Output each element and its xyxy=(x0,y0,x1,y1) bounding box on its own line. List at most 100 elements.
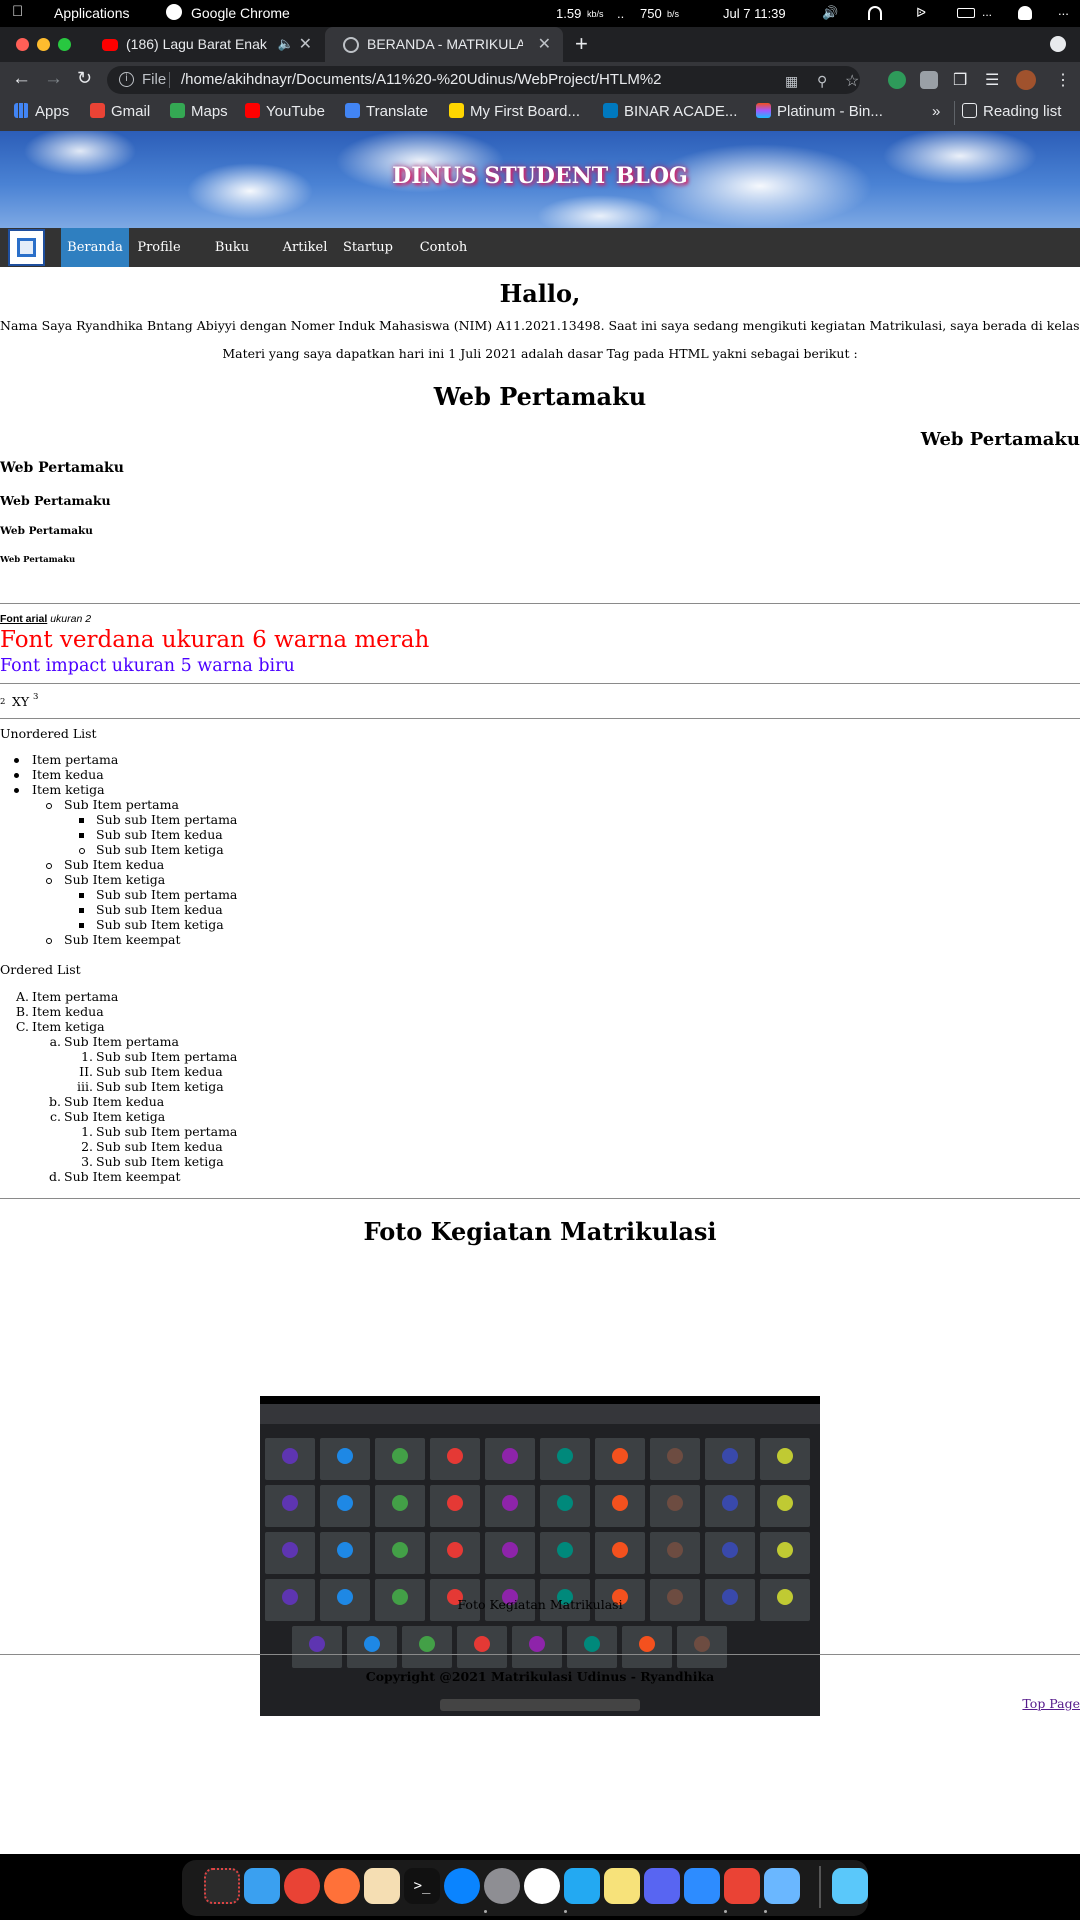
textedit-icon[interactable] xyxy=(364,1868,400,1904)
bookmark-my-first-board[interactable]: My First Board... xyxy=(449,103,580,120)
chrome-menu-icon[interactable]: ⋮ xyxy=(1055,70,1071,90)
nav-startup[interactable]: Startup xyxy=(342,228,394,267)
nav-beranda[interactable]: Beranda xyxy=(61,228,129,267)
zoom-icon[interactable]: ⚲ xyxy=(817,73,827,90)
profile-avatar[interactable] xyxy=(1016,70,1036,90)
close-tab-icon[interactable]: ✕ xyxy=(538,34,551,54)
active-app-name[interactable]: Google Chrome xyxy=(191,5,290,21)
media-control-icon[interactable]: ☰ xyxy=(985,70,999,90)
bookmark-star-icon[interactable]: ☆ xyxy=(845,71,859,91)
participant-avatar xyxy=(447,1542,463,1558)
tab-beranda[interactable]: BERANDA - MATRIKULASI ✕ xyxy=(325,27,563,62)
reading-list-button[interactable]: Reading list xyxy=(962,103,1061,120)
maximize-window-button[interactable] xyxy=(58,38,71,51)
participant-tile xyxy=(485,1438,535,1480)
new-tab-button[interactable]: + xyxy=(575,31,588,57)
battery-icon[interactable] xyxy=(957,8,975,18)
participant-tile xyxy=(375,1485,425,1527)
participant-avatar xyxy=(694,1636,710,1652)
materi-paragraph: Materi yang saya dapatkan hari ini 1 Jul… xyxy=(222,346,858,361)
finder-2-icon[interactable] xyxy=(764,1868,800,1904)
tab-youtube[interactable]: (186) Lagu Barat Enak 🔈 ✕ xyxy=(84,27,324,62)
finder-icon[interactable] xyxy=(244,1868,280,1904)
clock[interactable]: Jul 7 11:39 xyxy=(723,6,786,21)
forward-arrow-icon[interactable]: → xyxy=(44,68,63,90)
nav-profile[interactable]: Profile xyxy=(135,228,183,267)
vscode-icon[interactable] xyxy=(564,1868,600,1904)
participant-tile xyxy=(595,1438,645,1480)
minimize-window-button[interactable] xyxy=(37,38,50,51)
heading-h2-right: Web Pertamaku xyxy=(920,429,1080,450)
close-tab-icon[interactable]: ✕ xyxy=(299,34,312,54)
participant-tile xyxy=(485,1532,535,1574)
participant-avatar xyxy=(282,1495,298,1511)
nav-contoh-css[interactable]: Contoh CSS xyxy=(406,228,481,294)
list-marker: II. xyxy=(79,1064,93,1079)
chrome-dock-icon[interactable] xyxy=(284,1868,320,1904)
bookmark-maps[interactable]: Maps xyxy=(170,103,228,120)
settings-gear-icon[interactable] xyxy=(484,1868,520,1904)
bookmark-translate[interactable]: Translate xyxy=(345,103,428,120)
os-more-menu[interactable]: ... xyxy=(1058,3,1069,18)
launchpad-icon[interactable] xyxy=(204,1868,240,1904)
participant-tile xyxy=(760,1485,810,1527)
zoom-app-icon[interactable] xyxy=(684,1868,720,1904)
firefox-icon[interactable] xyxy=(324,1868,360,1904)
greeting-heading: Hallo, xyxy=(499,279,581,308)
bookmark-platinum[interactable]: Platinum - Bin... xyxy=(756,103,883,120)
gmail-icon xyxy=(90,103,105,118)
applications-menu[interactable]: Applications xyxy=(54,5,130,21)
nav-buku-tamu[interactable]: Buku Tamu xyxy=(196,228,268,294)
downloads-folder-icon[interactable] xyxy=(832,1868,868,1904)
url-text[interactable]: /home/akihdnayr/Documents/A11%20-%20Udin… xyxy=(181,71,661,88)
tray-more[interactable]: ... xyxy=(982,5,992,19)
udinus-logo[interactable] xyxy=(8,229,45,266)
reading-list-label: Reading list xyxy=(983,103,1062,120)
photo-heading: Foto Kegiatan Matrikulasi xyxy=(363,1217,717,1246)
bookmarks-overflow-button[interactable]: » xyxy=(932,103,940,120)
bookmark-binar-academy[interactable]: BINAR ACADE... xyxy=(603,103,737,120)
list-marker: A. xyxy=(15,989,29,1004)
nav-artikel[interactable]: Artikel xyxy=(280,228,330,267)
notes-icon[interactable] xyxy=(604,1868,640,1904)
extensions-puzzle-icon[interactable]: ❒ xyxy=(953,70,967,90)
intro-paragraph: Nama Saya Ryandhika Bntang Abiyyi dengan… xyxy=(0,318,1080,333)
discord-icon[interactable] xyxy=(644,1868,680,1904)
terminal-icon[interactable]: >_ xyxy=(404,1868,440,1904)
apple-icon[interactable]:  xyxy=(12,3,23,20)
list-item: Sub sub Item kedua xyxy=(96,1139,223,1154)
address-bar[interactable]: i File /home/akihdnayr/Documents/A11%20-… xyxy=(107,66,860,94)
bluetooth-icon[interactable]: ᐉ xyxy=(916,5,926,21)
site-info-icon[interactable]: i xyxy=(119,72,134,87)
bookmark-youtube[interactable]: YouTube xyxy=(245,103,325,120)
list-item: Sub sub Item kedua xyxy=(96,902,223,917)
mail-icon[interactable] xyxy=(524,1868,560,1904)
participant-tile xyxy=(292,1626,342,1668)
extension-camera-icon[interactable] xyxy=(920,71,938,89)
translate-icon[interactable]: ▦ xyxy=(785,73,798,90)
url-protocol: File xyxy=(142,71,167,88)
list-item: Sub sub Item kedua xyxy=(96,827,223,842)
list-marker: 2. xyxy=(81,1139,93,1154)
net-down-value: 1.59 xyxy=(556,6,582,21)
back-arrow-icon[interactable]: ← xyxy=(12,68,31,90)
extension-globe-icon[interactable] xyxy=(888,71,906,89)
list-item: Sub Item ketiga xyxy=(64,872,166,887)
top-page-link[interactable]: Top Page xyxy=(1022,1696,1080,1711)
wifi-icon[interactable] xyxy=(868,6,882,20)
close-window-button[interactable] xyxy=(16,38,29,51)
participant-tile xyxy=(347,1626,397,1668)
quicktime-icon[interactable] xyxy=(444,1868,480,1904)
notification-bell-icon[interactable] xyxy=(1018,6,1032,20)
globe-favicon-icon xyxy=(343,37,359,53)
reload-icon[interactable]: ↻ xyxy=(77,68,92,89)
list-item: Sub sub Item ketiga xyxy=(96,842,224,857)
bookmark-apps[interactable]: Apps xyxy=(14,103,69,120)
chrome-apps-icon[interactable] xyxy=(724,1868,760,1904)
audio-playing-icon[interactable]: 🔈 xyxy=(278,36,294,52)
tab-search-button[interactable] xyxy=(1050,36,1066,52)
volume-icon[interactable]: 🔊 xyxy=(822,5,838,21)
bookmark-gmail[interactable]: Gmail xyxy=(90,103,150,120)
site-banner: DINUS STUDENT BLOG xyxy=(0,131,1080,228)
bookmark-label: Gmail xyxy=(111,103,151,120)
